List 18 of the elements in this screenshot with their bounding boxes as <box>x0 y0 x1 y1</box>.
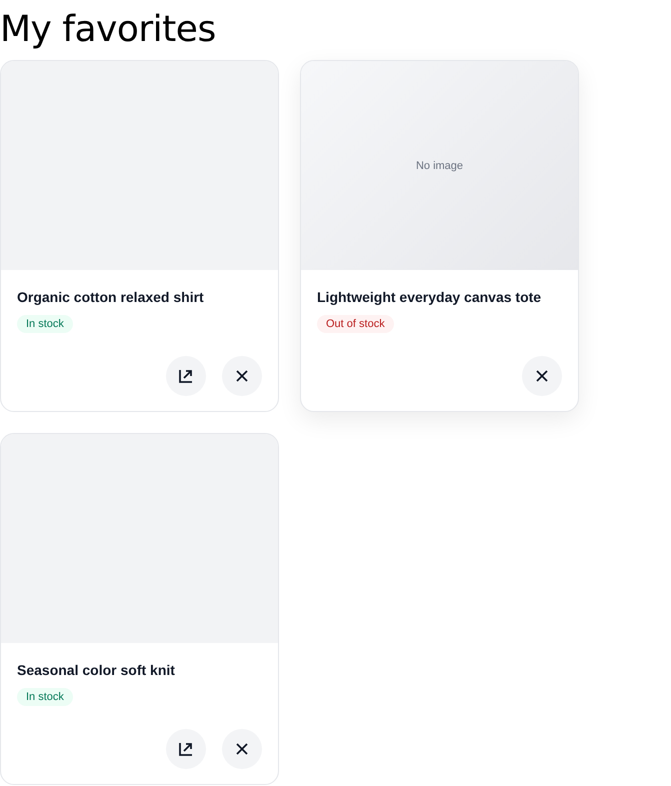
stock-badge: Out of stock <box>317 315 394 333</box>
stock-badge: In stock <box>17 315 73 333</box>
external-link-icon <box>178 741 194 757</box>
stock-badge: In stock <box>17 688 73 706</box>
close-icon <box>535 369 549 383</box>
external-link-icon <box>178 368 194 384</box>
open-button[interactable] <box>166 356 206 396</box>
page-title: My favorites <box>0 8 217 52</box>
product-name: Seasonal color soft knit <box>17 662 176 678</box>
remove-button[interactable] <box>222 356 262 396</box>
remove-button[interactable] <box>222 729 262 769</box>
product-name: Organic cotton relaxed shirt <box>17 289 205 305</box>
placeholder-text: No image <box>416 160 464 172</box>
remove-button[interactable] <box>522 356 562 396</box>
product-name: Lightweight everyday canvas tote <box>317 289 542 305</box>
close-icon <box>235 369 249 383</box>
open-button[interactable] <box>166 729 206 769</box>
close-icon <box>235 742 249 756</box>
